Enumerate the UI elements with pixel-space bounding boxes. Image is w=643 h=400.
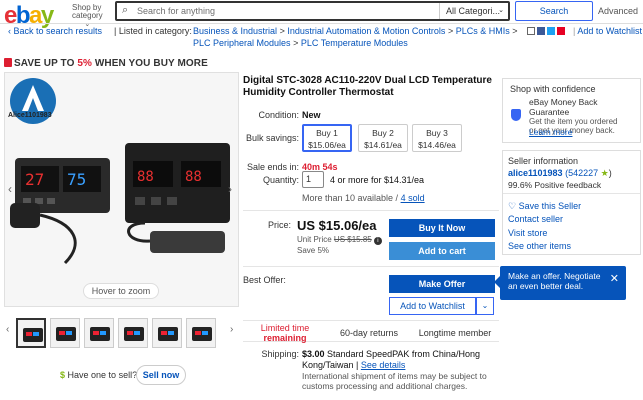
see-details-link[interactable]: See details — [361, 360, 406, 370]
svg-text:75: 75 — [67, 170, 86, 189]
search-bar: ⌕ All Categori...⌄ — [115, 1, 510, 21]
breadcrumb: PLC Peripheral Modules > PLC Temperature… — [193, 38, 408, 48]
buy-it-now-button[interactable]: Buy It Now — [389, 219, 495, 237]
quantity-discount-offer: 4 or more for $14.31/ea — [330, 175, 425, 185]
limited-time-badge: Limited time remaining — [260, 323, 310, 343]
divider — [503, 193, 640, 194]
make-offer-button[interactable]: Make Offer — [389, 275, 495, 293]
feedback-count-link[interactable]: (542227 — [565, 168, 598, 178]
positive-feedback: 99.6% Positive feedback — [508, 180, 602, 190]
header-add-to-watchlist[interactable]: | Add to Watchlist — [573, 26, 642, 36]
search-input[interactable] — [137, 4, 437, 18]
item-title: Digital STC-3028 AC110-220V Dual LCD Tem… — [243, 75, 492, 98]
back-to-results-link[interactable]: ‹ Back to search results — [8, 26, 102, 36]
bulk-option-buy-1[interactable]: Buy 1 $15.06/ea — [302, 124, 352, 152]
shipping-details: $3.00 Standard SpeedPAK from China/Hong … — [302, 349, 480, 370]
chevron-right-icon[interactable]: › — [228, 182, 232, 196]
pinterest-icon[interactable] — [557, 26, 565, 35]
facebook-icon[interactable] — [537, 26, 545, 35]
contact-seller-link[interactable]: Contact seller — [508, 214, 563, 224]
breadcrumb-item[interactable]: Industrial Automation & Motion Controls — [287, 26, 445, 36]
breadcrumb-item[interactable]: PLCs & HMIs — [456, 26, 510, 36]
bulk-option-buy-2[interactable]: Buy 2 $14.61/ea — [358, 124, 408, 152]
chevron-left-icon[interactable]: ‹ — [6, 324, 9, 335]
header-divider — [0, 23, 643, 24]
add-to-cart-button[interactable]: Add to cart — [389, 242, 495, 260]
chevron-down-icon[interactable]: ⌄ — [476, 297, 494, 315]
email-icon[interactable] — [527, 26, 535, 35]
svg-text:88: 88 — [137, 169, 154, 185]
quantity-input[interactable]: 1 — [302, 171, 324, 188]
make-offer-tooltip: Make an offer. Negotiate an even better … — [500, 266, 626, 300]
sell-prompt: $ Have one to sell? — [60, 370, 138, 380]
thumbnail-strip: ‹ › — [4, 318, 239, 354]
returns-badge: 60-day returns — [339, 328, 399, 338]
sell-now-button[interactable]: Sell now — [136, 365, 186, 385]
thumbnail[interactable] — [84, 318, 114, 348]
svg-text:27: 27 — [25, 170, 44, 189]
see-other-items-link[interactable]: See other items — [508, 241, 571, 251]
info-icon[interactable]: i — [373, 237, 382, 245]
chevron-right-icon[interactable]: › — [230, 324, 233, 335]
shop-with-confidence-box: Shop with confidence eBay Money Back Guar… — [502, 78, 641, 143]
thumbnail[interactable] — [16, 318, 46, 348]
heart-icon: ♡ — [508, 201, 517, 211]
save-seller-link[interactable]: ♡ Save this Seller — [508, 201, 581, 212]
availability: More than 10 available / 4 sold — [302, 193, 425, 203]
longtime-member-badge: Longtime member — [418, 328, 492, 338]
quantity-label: Quantity: — [262, 175, 299, 185]
star-icon: ★ — [600, 168, 609, 178]
breadcrumb-item[interactable]: PLC Peripheral Modules — [193, 38, 291, 48]
thumbnail[interactable] — [152, 318, 182, 348]
category-select[interactable]: All Categori... ⌄ — [439, 3, 507, 19]
advanced-search-link[interactable]: Advanced — [598, 6, 638, 16]
volume-discount-banner: SAVE UP TO 5% WHEN YOU BUY MORE — [4, 58, 208, 69]
thumbnail[interactable] — [50, 318, 80, 348]
price-label: Price: — [267, 220, 291, 230]
bulk-savings-label: Bulk savings: — [245, 133, 299, 143]
unit-price: Unit Price US $15.85 i — [297, 235, 382, 245]
seller-information-box: Seller information alice1101983 (542227 … — [502, 150, 641, 255]
feature-badges: Limited time remaining 60-day returns Lon… — [243, 320, 499, 343]
seller-info-title: Seller information — [508, 156, 579, 166]
sale-ends-label: Sale ends in: — [246, 162, 299, 172]
search-icon: ⌕ — [122, 4, 129, 16]
visit-store-link[interactable]: Visit store — [508, 228, 547, 238]
search-button[interactable]: Search — [515, 1, 593, 21]
best-offer-label: Best Offer: — [243, 275, 286, 285]
bulk-option-buy-3[interactable]: Buy 3 $14.46/ea — [412, 124, 462, 152]
condition-value: New — [302, 110, 321, 120]
divider — [243, 266, 499, 267]
confidence-title: Shop with confidence — [510, 84, 596, 94]
savings-text: Save 5% — [297, 246, 330, 255]
divider — [243, 210, 499, 211]
breadcrumb-item[interactable]: Business & Industrial — [193, 26, 277, 36]
close-icon[interactable]: ✕ — [610, 274, 619, 285]
twitter-icon[interactable] — [547, 26, 555, 35]
condition-label: Condition: — [258, 110, 299, 120]
thumbnail[interactable] — [118, 318, 148, 348]
dollar-icon: $ — [60, 370, 66, 380]
shipping-label: Shipping: — [261, 349, 299, 359]
share-icons — [527, 26, 567, 35]
svg-text:88: 88 — [185, 169, 202, 185]
chevron-left-icon[interactable]: ‹ — [8, 182, 12, 196]
breadcrumb: Business & Industrial > Industrial Autom… — [193, 26, 518, 36]
seller-name-row: alice1101983 (542227 ★) — [508, 168, 612, 178]
sold-count-link[interactable]: 4 sold — [401, 193, 425, 203]
thumbnail[interactable] — [186, 318, 216, 348]
seller-logo-label: Alice1101983 — [8, 112, 52, 119]
tag-icon — [4, 58, 12, 67]
shield-icon — [511, 109, 521, 121]
shipping-note: International shipment of items may be s… — [302, 371, 487, 391]
breadcrumb-item[interactable]: PLC Temperature Modules — [301, 38, 408, 48]
hover-to-zoom-label: Hover to zoom — [83, 283, 159, 299]
listed-in-label: | Listed in category: — [114, 26, 192, 36]
learn-more-link[interactable]: Learn more — [529, 127, 572, 137]
seller-name-link[interactable]: alice1101983 — [508, 168, 563, 178]
item-price: US $15.06/ea — [297, 218, 377, 233]
add-to-watchlist-button[interactable]: Add to Watchlist — [389, 297, 476, 315]
money-back-guarantee: eBay Money Back Guarantee — [529, 97, 598, 117]
chevron-down-icon: ⌄ — [498, 7, 504, 14]
